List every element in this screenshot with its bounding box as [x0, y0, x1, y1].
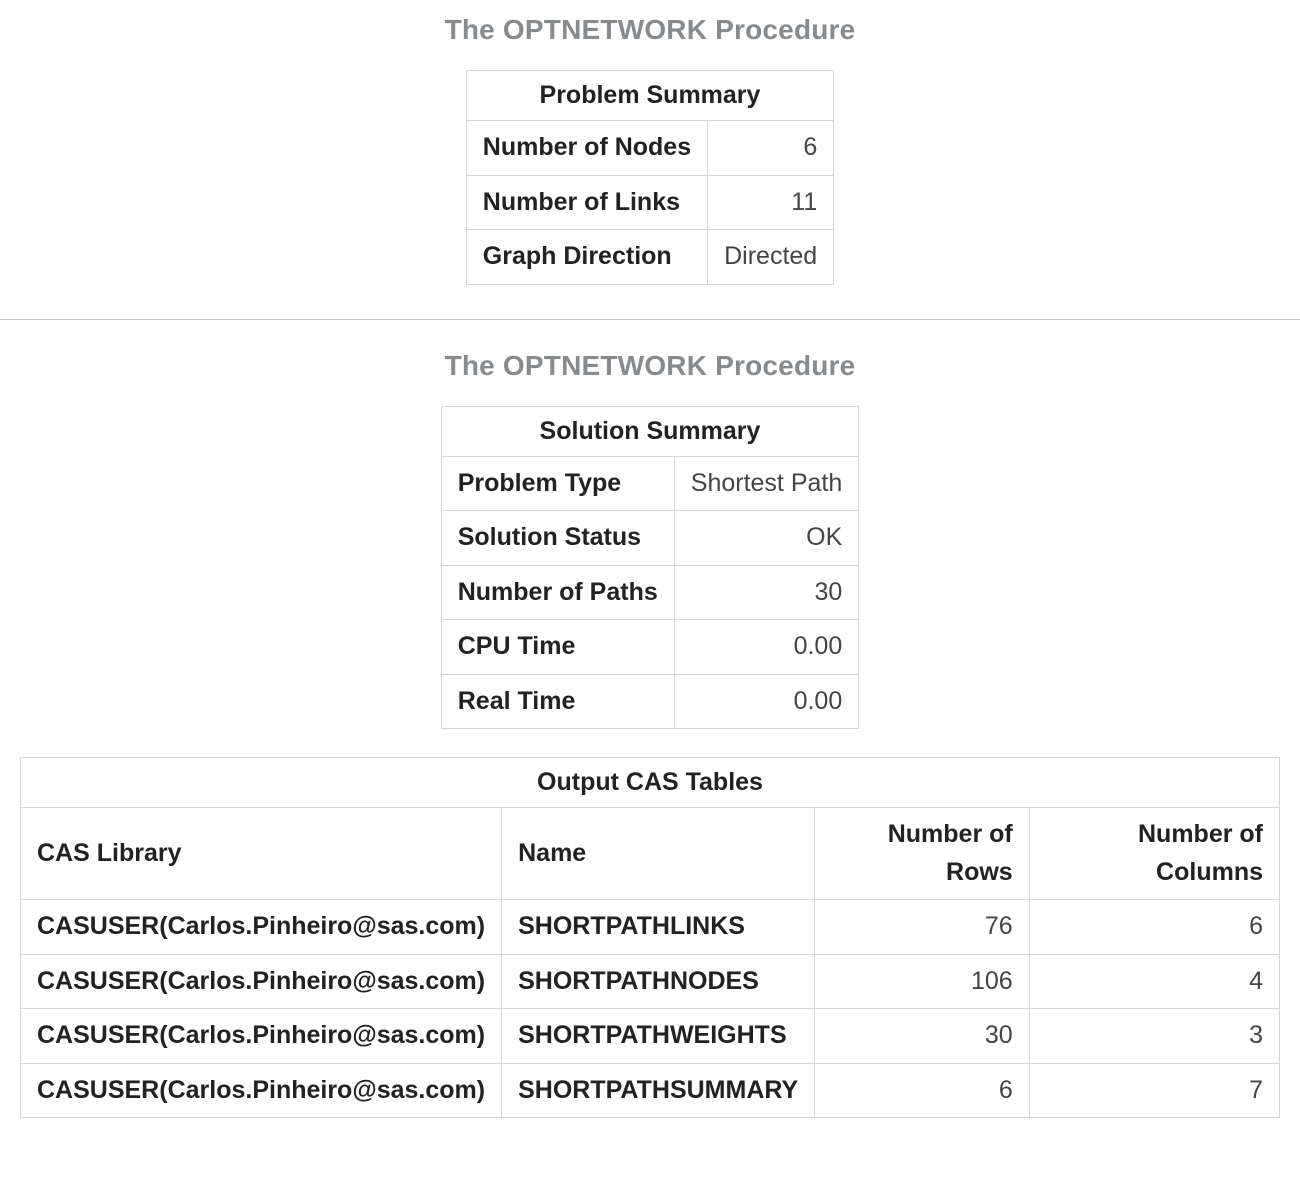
cell-cols: 7: [1029, 1063, 1279, 1118]
row-value: 0.00: [674, 674, 858, 729]
section-solution: The OPTNETWORK Procedure Solution Summar…: [0, 350, 1300, 1119]
cell-cols: 6: [1029, 900, 1279, 955]
problem-summary-caption: Problem Summary: [466, 70, 834, 120]
row-label: CPU Time: [441, 620, 674, 675]
table-row: Number of Paths 30: [441, 565, 859, 620]
solution-summary-caption: Solution Summary: [441, 406, 860, 456]
problem-summary-table: Problem Summary Number of Nodes 6 Number…: [466, 70, 834, 285]
row-value: Directed: [708, 230, 834, 285]
table-row: Number of Nodes 6: [466, 121, 833, 176]
output-cas-caption: Output CAS Tables: [20, 757, 1280, 807]
proc-title-2: The OPTNETWORK Procedure: [0, 350, 1300, 382]
cell-lib: CASUSER(Carlos.Pinheiro@sas.com): [21, 954, 502, 1009]
cell-rows: 6: [815, 1063, 1030, 1118]
table-row: Solution Status OK: [441, 511, 859, 566]
row-label: Solution Status: [441, 511, 674, 566]
cell-rows: 106: [815, 954, 1030, 1009]
table-row: Problem Type Shortest Path: [441, 456, 859, 511]
row-label: Problem Type: [441, 456, 674, 511]
table-header-row: CAS Library Name Number of Rows Number o…: [21, 808, 1280, 900]
cell-name: SHORTPATHLINKS: [502, 900, 815, 955]
table-row: CASUSER(Carlos.Pinheiro@sas.com) SHORTPA…: [21, 1009, 1280, 1064]
cell-name: SHORTPATHWEIGHTS: [502, 1009, 815, 1064]
solution-summary-table: Solution Summary Problem Type Shortest P…: [441, 406, 860, 730]
cell-cols: 3: [1029, 1009, 1279, 1064]
row-value: OK: [674, 511, 858, 566]
cell-lib: CASUSER(Carlos.Pinheiro@sas.com): [21, 900, 502, 955]
table-row: CASUSER(Carlos.Pinheiro@sas.com) SHORTPA…: [21, 900, 1280, 955]
col-rows: Number of Rows: [815, 808, 1030, 900]
row-label: Real Time: [441, 674, 674, 729]
page: The OPTNETWORK Procedure Problem Summary…: [0, 14, 1300, 1118]
table-row: CASUSER(Carlos.Pinheiro@sas.com) SHORTPA…: [21, 954, 1280, 1009]
col-name: Name: [502, 808, 815, 900]
row-value: 30: [674, 565, 858, 620]
section-divider: [0, 319, 1300, 320]
table-row: CASUSER(Carlos.Pinheiro@sas.com) SHORTPA…: [21, 1063, 1280, 1118]
row-label: Number of Paths: [441, 565, 674, 620]
section-problem: The OPTNETWORK Procedure Problem Summary…: [0, 14, 1300, 285]
cell-lib: CASUSER(Carlos.Pinheiro@sas.com): [21, 1063, 502, 1118]
cell-cols: 4: [1029, 954, 1279, 1009]
row-label: Number of Nodes: [466, 121, 707, 176]
col-cols: Number of Columns: [1029, 808, 1279, 900]
row-value: 6: [708, 121, 834, 176]
table-row: CPU Time 0.00: [441, 620, 859, 675]
cell-rows: 76: [815, 900, 1030, 955]
output-cas-tables: Output CAS Tables CAS Library Name Numbe…: [20, 757, 1280, 1118]
proc-title-1: The OPTNETWORK Procedure: [0, 14, 1300, 46]
cell-rows: 30: [815, 1009, 1030, 1064]
row-value: 11: [708, 175, 834, 230]
table-row: Number of Links 11: [466, 175, 833, 230]
row-label: Graph Direction: [466, 230, 707, 285]
cell-name: SHORTPATHNODES: [502, 954, 815, 1009]
cell-lib: CASUSER(Carlos.Pinheiro@sas.com): [21, 1009, 502, 1064]
row-value: 0.00: [674, 620, 858, 675]
row-label: Number of Links: [466, 175, 707, 230]
table-row: Graph Direction Directed: [466, 230, 833, 285]
cell-name: SHORTPATHSUMMARY: [502, 1063, 815, 1118]
col-lib: CAS Library: [21, 808, 502, 900]
table-row: Real Time 0.00: [441, 674, 859, 729]
row-value: Shortest Path: [674, 456, 858, 511]
